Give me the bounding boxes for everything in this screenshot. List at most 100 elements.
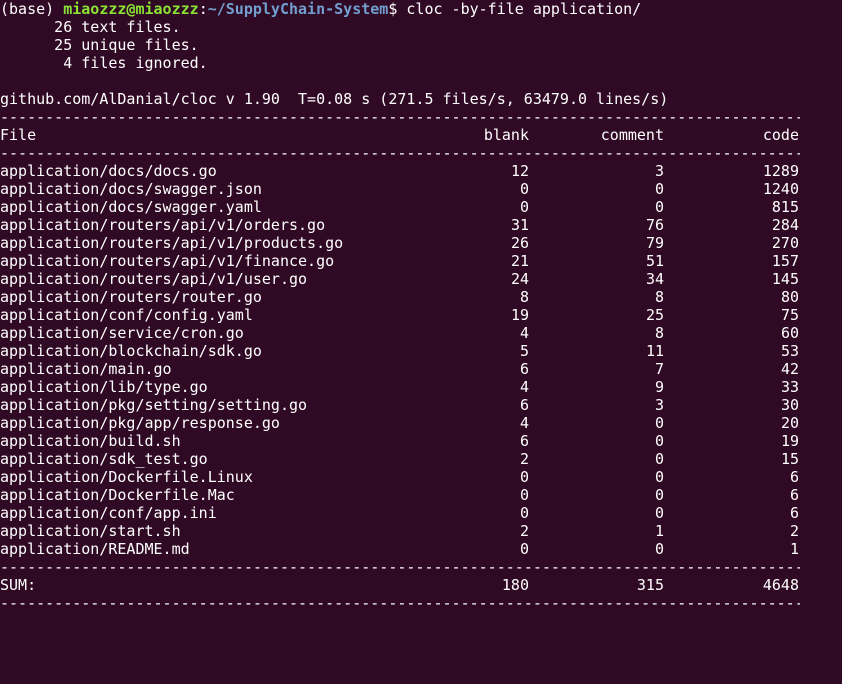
file-path-cell: application/start.sh [0,522,181,540]
comment-count-cell: 11 [645,342,664,360]
text-files-line: 26 text files. [0,18,181,36]
file-path-cell: application/Dockerfile.Mac [0,486,235,504]
terminal-window[interactable]: (base) miaozzz@miaozzz:~/SupplyChain-Sys… [0,0,842,612]
comment-count-cell: 3 [654,162,664,180]
comment-count-cell: 51 [645,252,664,270]
file-path-cell: application/build.sh [0,432,181,450]
blank-count-cell: 24 [510,270,529,288]
file-path-cell: application/docs/docs.go [0,162,217,180]
blank-count-cell: 26 [510,234,529,252]
code-count-cell: 6 [789,504,799,522]
file-path-cell: application/routers/api/v1/finance.go [0,252,335,270]
sum-row: SUM: 180 315 4648 [0,576,842,594]
code-count-cell: 75 [780,306,799,324]
file-path-cell: application/docs/swagger.json [0,180,262,198]
header-blank: blank [483,126,529,144]
table-row: application/docs/swagger.json 0 0 1240 [0,180,842,198]
comment-count-cell: 0 [654,180,664,198]
code-count-cell: 15 [780,450,799,468]
sum-comment: 315 [636,576,664,594]
separator-sum: ----------------------------------------… [0,558,800,576]
code-count-cell: 1240 [762,180,799,198]
blank-count-cell: 6 [519,396,529,414]
file-path-cell: application/Dockerfile.Linux [0,468,253,486]
blank-count-cell: 0 [519,468,529,486]
code-count-cell: 145 [771,270,799,288]
code-count-cell: 6 [789,468,799,486]
comment-count-cell: 0 [654,540,664,558]
code-count-cell: 1289 [762,162,799,180]
version-line: github.com/AlDanial/cloc v 1.90 T=0.08 s… [0,90,669,108]
ignored-files-line: 4 files ignored. [0,54,208,72]
table-row: application/build.sh 6 0 19 [0,432,842,450]
table-row: application/conf/config.yaml 19 25 75 [0,306,842,324]
file-path-cell: application/routers/api/v1/orders.go [0,216,326,234]
table-row: application/lib/type.go 4 9 33 [0,378,842,396]
code-count-cell: 6 [789,486,799,504]
comment-count-cell: 7 [654,360,664,378]
working-directory: ~/SupplyChain-System [207,0,389,18]
command-text: cloc -by-file application/ [406,0,642,18]
user-host: miaozzz@miaozzz [63,0,199,18]
comment-count-cell: 0 [654,486,664,504]
blank-count-cell: 0 [519,486,529,504]
blank-count-cell: 2 [519,450,529,468]
comment-count-cell: 25 [645,306,664,324]
file-path-cell: application/docs/swagger.yaml [0,198,262,216]
file-path-cell: application/README.md [0,540,190,558]
comment-count-cell: 8 [654,324,664,342]
sum-blank: 180 [501,576,529,594]
blank-count-cell: 12 [510,162,529,180]
file-path-cell: application/conf/app.ini [0,504,217,522]
comment-count-cell: 0 [654,504,664,522]
code-count-cell: 53 [780,342,799,360]
blank-count-cell: 31 [510,216,529,234]
comment-count-cell: 9 [654,378,664,396]
conda-env: (base) [0,0,55,18]
prompt-dollar: $ [388,0,398,18]
comment-count-cell: 0 [654,450,664,468]
header-code: code [762,126,799,144]
comment-count-cell: 0 [654,198,664,216]
header-file: File [0,126,37,144]
blank-count-cell: 8 [519,288,529,306]
prompt-colon: : [198,0,208,18]
blank-count-cell: 4 [519,378,529,396]
separator-header: ----------------------------------------… [0,144,800,162]
table-row: application/docs/swagger.yaml 0 0 815 [0,198,842,216]
comment-count-cell: 79 [645,234,664,252]
table-row: application/routers/api/v1/products.go 26… [0,234,842,252]
code-count-cell: 2 [789,522,799,540]
code-count-cell: 80 [780,288,799,306]
blank-count-cell: 2 [519,522,529,540]
file-path-cell: application/blockchain/sdk.go [0,342,262,360]
blank-count-cell: 0 [519,540,529,558]
table-row: application/pkg/setting/setting.go 6 3 30 [0,396,842,414]
blank-count-cell: 19 [510,306,529,324]
code-count-cell: 270 [771,234,799,252]
blank-count-cell: 6 [519,360,529,378]
prompt-line: (base) miaozzz@miaozzz:~/SupplyChain-Sys… [0,0,842,18]
code-count-cell: 42 [780,360,799,378]
comment-count-cell: 0 [654,468,664,486]
separator-top: ----------------------------------------… [0,108,800,126]
table-row: application/blockchain/sdk.go 5 11 53 [0,342,842,360]
file-path-cell: application/conf/config.yaml [0,306,253,324]
sum-label: SUM: [0,576,37,594]
sum-code: 4648 [762,576,799,594]
blank-count-cell: 0 [519,504,529,522]
code-count-cell: 157 [771,252,799,270]
comment-count-cell: 0 [654,432,664,450]
comment-count-cell: 34 [645,270,664,288]
table-row: application/routers/api/v1/orders.go 31 76… [0,216,842,234]
code-count-cell: 284 [771,216,799,234]
file-path-cell: application/lib/type.go [0,378,208,396]
table-row: application/start.sh 2 1 2 [0,522,842,540]
unique-files-line: 25 unique files. [0,36,199,54]
blank-count-cell: 0 [519,180,529,198]
table-row: application/docs/docs.go 12 3 1289 [0,162,842,180]
table-row: application/main.go 6 7 42 [0,360,842,378]
table-row: application/routers/api/v1/finance.go 21 5… [0,252,842,270]
table-row: application/service/cron.go 4 8 60 [0,324,842,342]
